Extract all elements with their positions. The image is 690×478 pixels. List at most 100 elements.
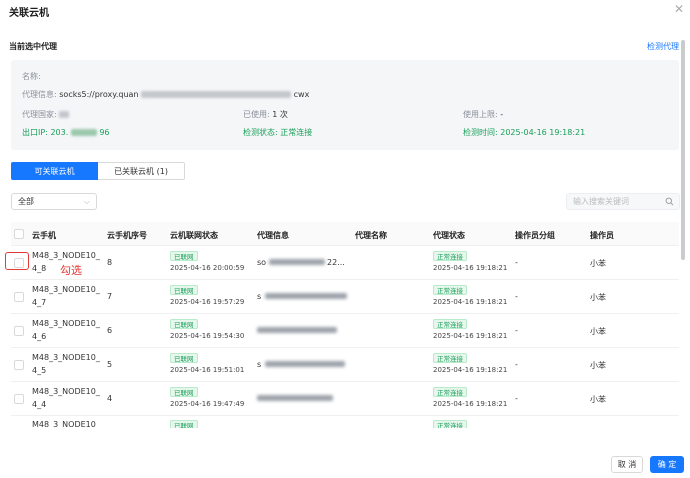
redacted-proxy [269, 259, 325, 265]
phone-name-suffix: 4_7 [32, 298, 47, 307]
limit-label: 使用上限: [463, 110, 498, 119]
col-cloud-phone: 云手机 [32, 231, 56, 240]
cancel-button[interactable]: 取 消 [611, 456, 643, 473]
proxy-time: 2025-04-16 19:18:21 [433, 264, 508, 272]
net-status-badge: 已联网 [170, 387, 198, 397]
annotation-text: 勾选 [60, 264, 82, 277]
phone-name: M48_3_NODE10_ [32, 285, 100, 294]
operator-group: - [515, 360, 518, 369]
exit-ip-suffix: 96 [99, 128, 110, 137]
search-icon[interactable] [665, 197, 674, 206]
proxy-status-badge: 正常连接 [433, 251, 467, 261]
status-value: 正常连接 [280, 128, 313, 137]
proxy-time: 2025-04-16 19:18:21 [433, 298, 508, 306]
cloud-phone-table: 云手机 云手机序号 云机联网状态 代理信息 代理名称 代理状态 操作员分组 操作… [11, 222, 679, 428]
table-row[interactable]: M48_3_NODE10_ 4_8 8 已联网 2025-04-16 20:00… [11, 246, 679, 280]
filter-select[interactable]: 全部 ⌵ [11, 193, 97, 210]
tab-bar: 可关联云机 已关联云机 (1) [11, 162, 185, 180]
close-icon[interactable]: ✕ [674, 2, 684, 16]
proxy-info-panel: 名称: 代理信息: socks5://proxy.quan cwx 代理国家: … [11, 60, 679, 150]
phone-name: M48_3_NODE10 [32, 420, 96, 428]
annotation-highlight-box [5, 252, 29, 270]
status-row: 检测状态: 正常连接 [243, 127, 312, 138]
table-row[interactable]: M48_3_NODE10 已联网 正常连接 [11, 416, 679, 428]
country-row: 代理国家: [22, 109, 70, 120]
table-row[interactable]: M48_3_NODE10_ 4_5 5 已联网 2025-04-16 19:51… [11, 348, 679, 382]
phone-seq: 8 [107, 258, 113, 267]
dialog-header: 关联云机 ✕ [0, 0, 690, 22]
redacted-proxy [265, 361, 345, 367]
phone-seq: 5 [107, 360, 113, 369]
phone-name-suffix: 4_6 [32, 332, 47, 341]
country-label: 代理国家: [22, 110, 57, 119]
scrollbar[interactable] [681, 40, 685, 260]
select-all-checkbox[interactable] [14, 229, 24, 239]
phone-name: M48_3_NODE10_ [32, 251, 100, 260]
proxy-info-suffix: cwx [293, 90, 310, 99]
proxy-info-label: 代理信息: [22, 90, 57, 99]
search-input[interactable] [567, 194, 663, 209]
proxy-status-badge: 正常连接 [433, 420, 467, 428]
proxy-status-badge: 正常连接 [433, 285, 467, 295]
phone-name-suffix: 4_8 [32, 264, 47, 273]
row-checkbox[interactable] [14, 326, 24, 336]
operator-group: - [515, 258, 518, 267]
net-status-badge: 已联网 [170, 420, 198, 428]
operator-group: - [515, 394, 518, 403]
net-status-badge: 已联网 [170, 251, 198, 261]
col-proxy-info: 代理信息 [257, 231, 289, 240]
proxy-status-badge: 正常连接 [433, 319, 467, 329]
proxy-prefix: s [257, 360, 262, 369]
exit-ip-row: 出口IP: 203. 96 [22, 127, 110, 138]
operator-group: - [515, 292, 518, 301]
row-checkbox[interactable] [14, 292, 24, 302]
table-row[interactable]: M48_3_NODE10_ 4_7 7 已联网 2025-04-16 19:57… [11, 280, 679, 314]
net-time: 2025-04-16 19:47:49 [170, 400, 245, 408]
phone-seq: 4 [107, 394, 113, 403]
operator-group: - [515, 326, 518, 335]
phone-name: M48_3_NODE10_ [32, 353, 100, 362]
confirm-button[interactable]: 确 定 [650, 456, 684, 473]
tab-available-cloud-phones[interactable]: 可关联云机 [11, 162, 98, 180]
table-row[interactable]: M48_3_NODE10_ 4_6 6 已联网 2025-04-16 19:54… [11, 314, 679, 348]
redacted-exit-ip [70, 129, 97, 136]
redacted-proxy [265, 293, 347, 299]
proxy-time: 2025-04-16 19:18:21 [433, 332, 508, 340]
used-value: 1 次 [272, 110, 288, 119]
col-proxy-name: 代理名称 [355, 231, 387, 240]
net-time: 2025-04-16 20:00:59 [170, 264, 245, 272]
proxy-status-badge: 正常连接 [433, 353, 467, 363]
net-time: 2025-04-16 19:57:29 [170, 298, 245, 306]
proxy-time: 2025-04-16 19:18:21 [433, 366, 508, 374]
table-header: 云手机 云手机序号 云机联网状态 代理信息 代理名称 代理状态 操作员分组 操作… [11, 222, 679, 246]
name-label: 名称: [22, 72, 41, 81]
proxy-suffix: 22... [327, 258, 345, 267]
limit-value: - [500, 110, 504, 119]
net-time: 2025-04-16 19:51:01 [170, 366, 245, 374]
proxy-prefix: s [257, 292, 262, 301]
operator: 小苯 [590, 395, 606, 404]
redacted-proxy-info [141, 91, 292, 98]
limit-row: 使用上限: - [463, 109, 503, 120]
used-label: 已使用: [243, 110, 270, 119]
phone-name: M48_3_NODE10_ [32, 387, 100, 396]
table-row[interactable]: M48_3_NODE10_ 4_4 4 已联网 2025-04-16 19:47… [11, 382, 679, 416]
time-label: 检测时间: [463, 128, 498, 137]
proxy-prefix: so [257, 258, 267, 267]
time-row: 检测时间: 2025-04-16 19:18:21 [463, 127, 585, 138]
detect-proxy-link[interactable]: 检测代理 [647, 41, 679, 52]
filter-selected-value: 全部 [18, 197, 34, 206]
col-operator-group: 操作员分组 [515, 231, 555, 240]
col-seq: 云手机序号 [107, 231, 147, 240]
exit-ip-prefix: 203. [50, 128, 69, 137]
col-proxy-status: 代理状态 [433, 231, 465, 240]
row-checkbox[interactable] [14, 394, 24, 404]
dialog-title: 关联云机 [9, 8, 49, 19]
time-value: 2025-04-16 19:18:21 [500, 128, 586, 137]
proxy-status-badge: 正常连接 [433, 387, 467, 397]
tab-linked-cloud-phones[interactable]: 已关联云机 (1) [98, 162, 185, 180]
row-checkbox[interactable] [14, 360, 24, 370]
net-status-badge: 已联网 [170, 319, 198, 329]
phone-name-suffix: 4_4 [32, 400, 47, 409]
section-title: 当前选中代理 [9, 42, 57, 51]
